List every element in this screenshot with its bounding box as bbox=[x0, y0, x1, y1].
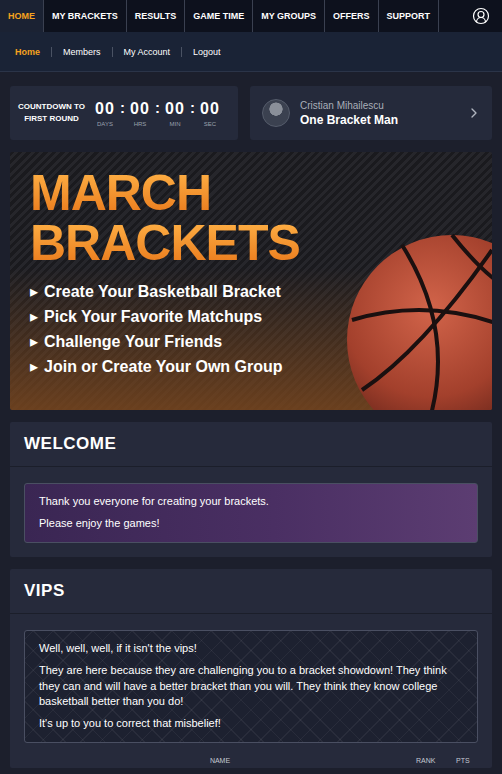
countdown-separator: : bbox=[190, 99, 195, 117]
profile-name: Cristian Mihailescu bbox=[300, 100, 456, 111]
nav-item[interactable]: MY GROUPS bbox=[253, 0, 325, 32]
subnav-item[interactable]: Home bbox=[4, 47, 52, 57]
countdown-units: 00DAYS:00HRS:00MIN:00SEC bbox=[93, 99, 222, 126]
welcome-box: Thank you everyone for creating your bra… bbox=[24, 483, 478, 543]
subnav-item[interactable]: My Account bbox=[113, 47, 183, 57]
column-header[interactable]: PTS bbox=[456, 757, 486, 764]
basketball-icon bbox=[342, 230, 492, 410]
vips-box: Well, well, well, if it isn't the vips! T… bbox=[24, 630, 478, 743]
vips-panel: VIPS Well, well, well, if it isn't the vi… bbox=[10, 569, 492, 768]
nav-item[interactable]: OFFERS bbox=[325, 0, 379, 32]
countdown-label: COUNTDOWN TOFIRST ROUND bbox=[18, 101, 85, 125]
countdown-unit: 00MIN bbox=[163, 99, 187, 126]
banner: MARCHBRACKETS ▸Create Your Basketball Bra… bbox=[10, 152, 492, 410]
banner-title: BRACKETS bbox=[30, 218, 342, 268]
profile-title: One Bracket Man bbox=[300, 113, 456, 127]
countdown-unit: 00SEC bbox=[198, 99, 222, 126]
nav-item[interactable]: SUPPORT bbox=[379, 0, 440, 32]
panel-title: VIPS bbox=[10, 569, 492, 614]
banner-text: MARCHBRACKETS ▸Create Your Basketball Bra… bbox=[10, 152, 342, 410]
page: HOMEMY BRACKETSRESULTSGAME TIMEMY GROUPS… bbox=[0, 0, 502, 774]
welcome-text: Thank you everyone for creating your bra… bbox=[39, 494, 463, 509]
ball-area bbox=[342, 152, 492, 410]
subnav-item[interactable]: Members bbox=[52, 47, 113, 57]
table-header: NAMERANKPTS bbox=[10, 757, 492, 768]
vips-text: Well, well, well, if it isn't the vips! bbox=[39, 641, 463, 656]
nav-item[interactable]: GAME TIME bbox=[185, 0, 253, 32]
content: COUNTDOWN TOFIRST ROUND00DAYS:00HRS:00MI… bbox=[0, 72, 502, 768]
welcome-panel: WELCOME Thank you everyone for creating y… bbox=[10, 422, 492, 557]
user-button[interactable] bbox=[460, 0, 502, 32]
banner-item: ▸Create Your Basketball Bracket bbox=[30, 282, 342, 301]
top-nav: HOMEMY BRACKETSRESULTSGAME TIMEMY GROUPS… bbox=[0, 0, 502, 32]
user-icon bbox=[472, 7, 490, 25]
profile-text: Cristian Mihailescu One Bracket Man bbox=[300, 100, 456, 127]
nav-item[interactable]: HOME bbox=[0, 0, 44, 32]
profile-card[interactable]: Cristian Mihailescu One Bracket Man bbox=[250, 86, 492, 140]
nav-item[interactable]: RESULTS bbox=[127, 0, 185, 32]
banner-list: ▸Create Your Basketball Bracket ▸Pick You… bbox=[30, 282, 342, 376]
vips-text: It's up to you to correct that misbelief… bbox=[39, 716, 463, 731]
banner-item: ▸Pick Your Favorite Matchups bbox=[30, 307, 342, 326]
nav-item[interactable]: MY BRACKETS bbox=[44, 0, 127, 32]
countdown-separator: : bbox=[155, 99, 160, 117]
banner-item: ▸Join or Create Your Own Group bbox=[30, 357, 342, 376]
countdown-unit: 00HRS bbox=[128, 99, 152, 126]
chevron-right-icon bbox=[466, 105, 482, 121]
banner-title: MARCH bbox=[30, 168, 342, 218]
vips-text: They are here because they are challengi… bbox=[39, 663, 463, 709]
panel-title: WELCOME bbox=[10, 422, 492, 467]
countdown-card: COUNTDOWN TOFIRST ROUND00DAYS:00HRS:00MI… bbox=[10, 86, 238, 140]
sub-nav: HomeMembersMy AccountLogout bbox=[0, 32, 502, 72]
card-row: COUNTDOWN TOFIRST ROUND00DAYS:00HRS:00MI… bbox=[10, 86, 492, 140]
column-header[interactable]: NAME bbox=[24, 757, 416, 764]
column-header[interactable]: RANK bbox=[416, 757, 456, 764]
avatar bbox=[262, 99, 290, 127]
countdown-unit: 00DAYS bbox=[93, 99, 117, 126]
welcome-text: Please enjoy the games! bbox=[39, 516, 463, 531]
countdown-separator: : bbox=[120, 99, 125, 117]
banner-item: ▸Challenge Your Friends bbox=[30, 332, 342, 351]
subnav-item[interactable]: Logout bbox=[182, 47, 232, 57]
